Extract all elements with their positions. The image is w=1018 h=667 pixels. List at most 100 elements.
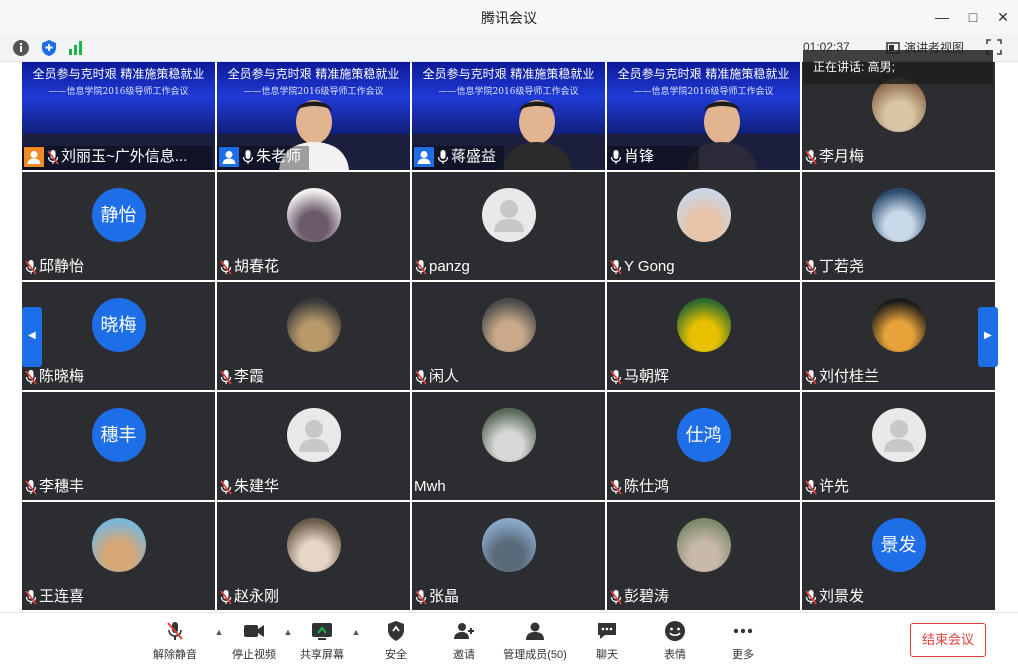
mic-icon — [242, 150, 254, 164]
participant-name: 闲人 — [429, 368, 460, 385]
next-page-button[interactable]: ▶ — [978, 307, 998, 367]
shield-icon[interactable] — [40, 39, 58, 57]
participant-tile[interactable]: 景发 刘景发 — [802, 502, 995, 610]
participant-nameplate: 许先 — [804, 477, 849, 497]
avatar — [871, 188, 926, 242]
share-screen-button[interactable]: 共享屏幕 — [287, 619, 357, 662]
participant-tile[interactable]: 赵永刚 — [217, 502, 410, 610]
default-avatar-icon — [481, 188, 536, 242]
participant-tile[interactable]: 王连喜 — [22, 502, 215, 610]
avatar — [676, 188, 731, 242]
security-button[interactable]: 安全 — [361, 619, 431, 662]
close-icon[interactable]: ✕ — [991, 6, 1015, 28]
participant-tile[interactable]: 全员参与克时艰 精准施策稳就业 ——信息学院2016级导师工作会议 蒋盛益 — [412, 62, 605, 170]
participant-tile[interactable]: 穗丰 李穗丰 — [22, 392, 215, 500]
info-icon[interactable] — [12, 39, 30, 57]
invite-button[interactable]: 邀请 — [429, 619, 499, 662]
mic-muted-icon — [610, 370, 622, 385]
speaking-label: 正在讲话: 高男; — [813, 60, 896, 74]
unmute-label: 解除静音 — [153, 649, 197, 661]
participant-tile[interactable]: 李霞 — [217, 282, 410, 390]
more-button[interactable]: 更多 — [708, 619, 778, 662]
participant-nameplate: 刘丽玉~广外信息... — [24, 147, 187, 167]
manage-members-button[interactable]: 管理成员(50) — [500, 619, 570, 662]
banner-line-2: ——信息学院2016级导师工作会议 — [48, 87, 189, 97]
participant-nameplate: 蒋盛益 — [414, 147, 496, 167]
participant-tile[interactable]: 晓梅 陈晓梅 — [22, 282, 215, 390]
participant-nameplate: 陈仕鸿 — [609, 477, 669, 497]
avatar: 仕鸿 — [676, 408, 731, 462]
manage-members-label: 管理成员(50) — [503, 649, 567, 661]
stop-video-button[interactable]: 停止视频 — [219, 619, 289, 662]
chat-label: 聊天 — [596, 649, 618, 661]
participant-tile[interactable]: 张晶 — [412, 502, 605, 610]
participant-nameplate: 邱静怡 — [24, 257, 84, 277]
participant-nameplate: 李穗丰 — [24, 477, 84, 497]
participant-tile[interactable]: 全员参与克时艰 精准施策稳就业 ——信息学院2016级导师工作会议 刘丽玉~广外信… — [22, 62, 215, 170]
participant-tile[interactable]: 刘付桂兰 — [802, 282, 995, 390]
participant-nameplate: 闲人 — [414, 367, 459, 387]
participant-name: 赵永刚 — [234, 588, 280, 605]
share-screen-icon — [312, 623, 332, 640]
participant-name: 朱建华 — [234, 478, 280, 495]
mic-muted-icon — [415, 370, 427, 385]
participant-nameplate: 刘景发 — [804, 587, 864, 607]
participant-name: 丁若尧 — [819, 258, 865, 275]
participant-video-figure — [502, 100, 572, 170]
participant-tile[interactable]: 静怡 邱静怡 — [22, 172, 215, 280]
add-user-icon — [454, 623, 474, 639]
mic-muted-icon — [167, 622, 183, 640]
smiley-icon — [665, 621, 685, 641]
participant-name: 胡春花 — [234, 258, 280, 275]
chat-button[interactable]: 聊天 — [572, 619, 642, 662]
participant-tile[interactable]: 胡春花 — [217, 172, 410, 280]
more-icon — [733, 628, 753, 634]
minimize-icon[interactable]: — — [930, 6, 954, 28]
host-icon — [414, 147, 434, 167]
participant-tile[interactable]: 马朝辉 — [607, 282, 800, 390]
maximize-icon[interactable]: □ — [961, 6, 985, 28]
mic-muted-icon — [805, 260, 817, 275]
participant-tile[interactable]: 全员参与克时艰 精准施策稳就业 ——信息学院2016级导师工作会议 肖锋 — [607, 62, 800, 170]
participant-tile[interactable]: 彭碧涛 — [607, 502, 800, 610]
avatar: 穗丰 — [91, 408, 146, 462]
participant-name: 刘景发 — [819, 588, 865, 605]
mic-muted-icon — [415, 590, 427, 605]
participant-tile[interactable]: 许先 — [802, 392, 995, 500]
avatar — [871, 298, 926, 352]
participant-tile[interactable]: panzg — [412, 172, 605, 280]
prev-page-button[interactable]: ◀ — [22, 307, 42, 367]
avatar — [481, 298, 536, 352]
banner-line-1: 全员参与克时艰 精准施策稳就业 — [617, 67, 790, 81]
participant-tile[interactable]: 丁若尧 — [802, 172, 995, 280]
avatar — [676, 298, 731, 352]
participant-name: Mwh — [414, 478, 446, 495]
participant-nameplate: 张晶 — [414, 587, 459, 607]
chat-icon — [598, 623, 616, 639]
unmute-button[interactable]: 解除静音 — [140, 619, 210, 662]
participant-nameplate: 王连喜 — [24, 587, 84, 607]
emoji-button[interactable]: 表情 — [640, 619, 710, 662]
participant-tile[interactable]: 仕鸿 陈仕鸿 — [607, 392, 800, 500]
participant-name: 肖锋 — [624, 148, 655, 165]
participant-nameplate: 李霞 — [219, 367, 264, 387]
host-icon — [219, 147, 239, 167]
participant-name: 刘付桂兰 — [819, 368, 880, 385]
end-meeting-button[interactable]: 结束会议 — [910, 623, 986, 657]
signal-icon[interactable] — [67, 39, 85, 57]
camera-icon — [244, 625, 264, 637]
share-options-caret[interactable]: ▲ — [351, 627, 361, 637]
participant-name: panzg — [429, 258, 470, 275]
host-icon — [24, 147, 44, 167]
participant-name: 蒋盛益 — [451, 148, 497, 165]
participant-tile[interactable]: Mwh — [412, 392, 605, 500]
participant-tile[interactable]: 全员参与克时艰 精准施策稳就业 ——信息学院2016级导师工作会议 朱老师 — [217, 62, 410, 170]
default-avatar-icon — [286, 408, 341, 462]
participant-tile[interactable]: 朱建华 — [217, 392, 410, 500]
speaking-indicator: 正在讲话: 高男; — [803, 50, 993, 84]
participant-tile[interactable]: 闲人 — [412, 282, 605, 390]
avatar — [481, 408, 536, 462]
window-title: 腾讯会议 — [481, 10, 537, 26]
participant-tile[interactable]: Y Gong — [607, 172, 800, 280]
mic-muted-icon — [47, 150, 59, 165]
